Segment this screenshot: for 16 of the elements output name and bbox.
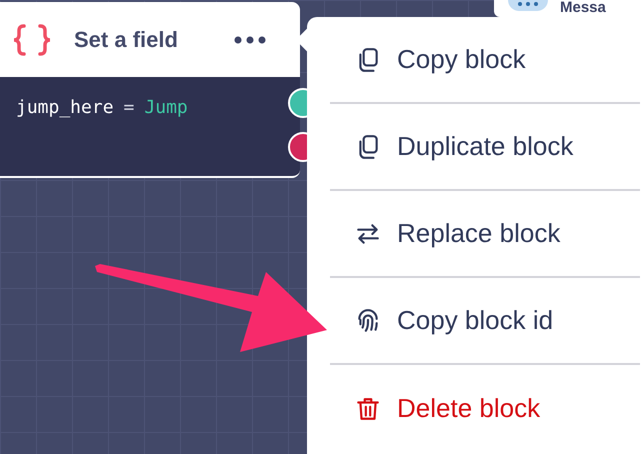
field-value: Jump: [144, 97, 188, 118]
menu-item[interactable]: Delete block: [330, 365, 640, 452]
menu-item[interactable]: Copy block: [330, 17, 640, 104]
trash-icon: [355, 396, 381, 422]
node-title: Messa: [560, 0, 606, 16]
braces-icon: [12, 22, 52, 56]
menu-item[interactable]: Replace block: [330, 191, 640, 278]
block-card[interactable]: Set a field jump_here = Jump: [0, 2, 300, 178]
menu-item[interactable]: Copy block id: [330, 278, 640, 365]
menu-item[interactable]: Duplicate block: [330, 104, 640, 191]
more-icon[interactable]: [234, 36, 266, 44]
equals-sign: =: [124, 97, 134, 118]
field-name: jump_here: [16, 97, 114, 118]
message-node[interactable]: Messa: [494, 0, 644, 17]
block-title: Set a field: [74, 26, 179, 52]
more-icon[interactable]: [508, 0, 548, 11]
